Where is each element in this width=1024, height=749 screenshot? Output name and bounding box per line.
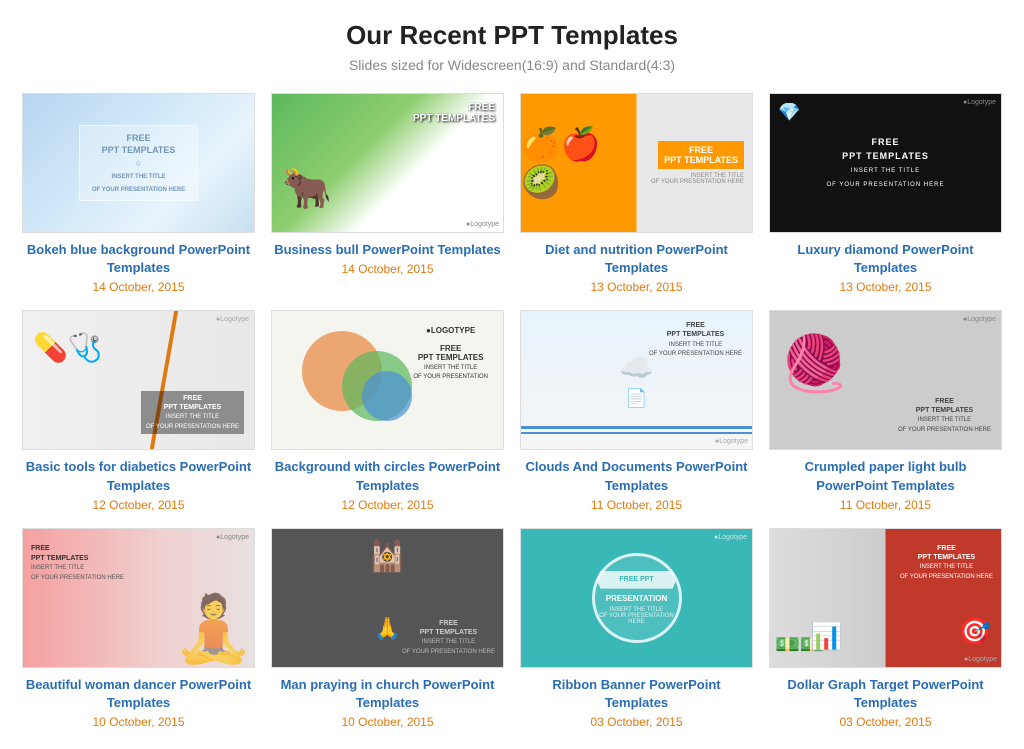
free-badge-5: FREEPPT TEMPLATESINSERT THE TITLEOF YOUR…: [141, 391, 244, 435]
template-card-10[interactable]: 🕍 🙏 FREEPPT TEMPLATESINSERT THE TITLEOF …: [271, 528, 504, 729]
ribbon-banner: FREE PPT: [597, 571, 677, 589]
card-thumb-5: ●Logotype 💊🩺 FREEPPT TEMPLATESINSERT THE…: [22, 310, 255, 450]
card-thumb-1: FREEPPT TEMPLATES○INSERT THE TITLEOF YOU…: [22, 93, 255, 233]
page-title: Our Recent PPT Templates: [20, 20, 1004, 51]
circle-blue: [362, 371, 412, 421]
card-title-1: Bokeh blue background PowerPoint Templat…: [22, 241, 255, 277]
free-badge-6: ●LogotypeFREEPPT TEMPLATESINSERT THE TIT…: [413, 326, 488, 380]
free-badge-8: FREEPPT TEMPLATESINSERT THE TITLEOF YOUR…: [898, 397, 991, 435]
templates-grid: FREEPPT TEMPLATES○INSERT THE TITLEOF YOU…: [22, 93, 1002, 729]
card-thumb-8: ●Logotype 🧶 FREEPPT TEMPLATESINSERT THE …: [769, 310, 1002, 450]
template-card-12[interactable]: ●Logotype 💵💵 📊 🎯 FREEPPT TEMPLATESINSERT…: [769, 528, 1002, 729]
template-card-1[interactable]: FREEPPT TEMPLATES○INSERT THE TITLEOF YOU…: [22, 93, 255, 294]
card-date-12: 03 October, 2015: [839, 715, 931, 729]
card-title-7: Clouds And Documents PowerPoint Template…: [520, 458, 753, 494]
free-badge-9: FREEPPT TEMPLATESINSERT THE TITLEOF YOUR…: [31, 544, 124, 583]
ribbon-circle: FREE PPT PRESENTATION INSERT THE TITLEOF…: [592, 553, 682, 643]
card-title-4: Luxury diamond PowerPoint Templates: [769, 241, 1002, 277]
card-date-6: 12 October, 2015: [341, 498, 433, 512]
free-badge-12: FREEPPT TEMPLATESINSERT THE TITLEOF YOUR…: [900, 544, 993, 582]
card-thumb-2: FREEPPT TEMPLATES 🐂 cess ●Logotype: [271, 93, 504, 233]
card-title-8: Crumpled paper light bulb PowerPoint Tem…: [769, 458, 1002, 494]
card-title-9: Beautiful woman dancer PowerPoint Templa…: [22, 676, 255, 712]
card-date-7: 11 October, 2015: [591, 498, 682, 512]
template-card-8[interactable]: ●Logotype 🧶 FREEPPT TEMPLATESINSERT THE …: [769, 310, 1002, 511]
template-card-4[interactable]: FREEPPT TEMPLATESINSERT THE TITLEOF YOUR…: [769, 93, 1002, 294]
template-card-6[interactable]: ●LogotypeFREEPPT TEMPLATESINSERT THE TIT…: [271, 310, 504, 511]
card-date-3: 13 October, 2015: [590, 280, 682, 294]
card-date-4: 13 October, 2015: [839, 280, 931, 294]
template-card-2[interactable]: FREEPPT TEMPLATES 🐂 cess ●Logotype Busin…: [271, 93, 504, 294]
card-date-8: 11 October, 2015: [840, 498, 931, 512]
free-badge-10: FREEPPT TEMPLATESINSERT THE TITLEOF YOUR…: [402, 619, 495, 657]
bull-icon: 🐂: [282, 165, 332, 212]
free-badge-7: FREEPPT TEMPLATESINSERT THE TITLEOF YOUR…: [649, 321, 742, 359]
card-thumb-4: FREEPPT TEMPLATESINSERT THE TITLEOF YOUR…: [769, 93, 1002, 233]
card-thumb-10: 🕍 🙏 FREEPPT TEMPLATESINSERT THE TITLEOF …: [271, 528, 504, 668]
template-card-5[interactable]: ●Logotype 💊🩺 FREEPPT TEMPLATESINSERT THE…: [22, 310, 255, 511]
card-date-9: 10 October, 2015: [92, 715, 184, 729]
card-thumb-11: ●Logotype FREE PPT PRESENTATION INSERT T…: [520, 528, 753, 668]
template-card-9[interactable]: ●Logotype FREEPPT TEMPLATESINSERT THE TI…: [22, 528, 255, 729]
template-card-7[interactable]: ☁️ 📄 FREEPPT TEMPLATESINSERT THE TITLEOF…: [520, 310, 753, 511]
card-thumb-7: ☁️ 📄 FREEPPT TEMPLATESINSERT THE TITLEOF…: [520, 310, 753, 450]
card-date-5: 12 October, 2015: [92, 498, 184, 512]
page-subtitle: Slides sized for Widescreen(16:9) and St…: [20, 57, 1004, 73]
card-thumb-12: ●Logotype 💵💵 📊 🎯 FREEPPT TEMPLATESINSERT…: [769, 528, 1002, 668]
card-thumb-9: ●Logotype FREEPPT TEMPLATESINSERT THE TI…: [22, 528, 255, 668]
card-date-2: 14 October, 2015: [341, 262, 433, 276]
card-title-2: Business bull PowerPoint Templates: [274, 241, 501, 259]
card-title-5: Basic tools for diabetics PowerPoint Tem…: [22, 458, 255, 494]
card-title-10: Man praying in church PowerPoint Templat…: [271, 676, 504, 712]
card-thumb-6: ●LogotypeFREEPPT TEMPLATESINSERT THE TIT…: [271, 310, 504, 450]
template-card-3[interactable]: 🍊🍎🥝 FREEPPT TEMPLATES INSERT THE TITLEOF…: [520, 93, 753, 294]
card-date-11: 03 October, 2015: [590, 715, 682, 729]
card-thumb-3: 🍊🍎🥝 FREEPPT TEMPLATES INSERT THE TITLEOF…: [520, 93, 753, 233]
card-date-10: 10 October, 2015: [341, 715, 433, 729]
card-title-3: Diet and nutrition PowerPoint Templates: [520, 241, 753, 277]
card-date-1: 14 October, 2015: [92, 280, 184, 294]
church-window-icon: 🕍: [369, 539, 406, 574]
template-card-11[interactable]: ●Logotype FREE PPT PRESENTATION INSERT T…: [520, 528, 753, 729]
card-title-11: Ribbon Banner PowerPoint Templates: [520, 676, 753, 712]
card-title-12: Dollar Graph Target PowerPoint Templates: [769, 676, 1002, 712]
page-header: Our Recent PPT Templates Slides sized fo…: [20, 20, 1004, 73]
free-badge-1: FREEPPT TEMPLATES○INSERT THE TITLEOF YOU…: [79, 125, 198, 202]
card-title-6: Background with circles PowerPoint Templ…: [271, 458, 504, 494]
